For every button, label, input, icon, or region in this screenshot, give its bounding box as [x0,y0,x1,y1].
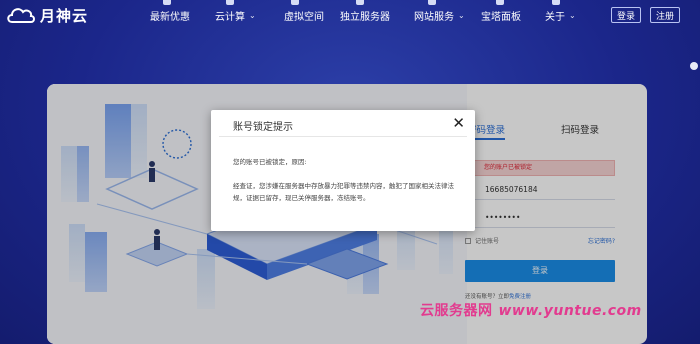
account-locked-dialog: 账号锁定提示 ✕ 您的账号已被锁定，原因: 经查证，您涉嫌在服务器中存放暴力犯罪… [211,110,475,231]
nav-indicator-icon [291,0,299,5]
nav-indicator-icon [356,0,364,5]
top-navigation: 月神云 最新优惠 云计算 ⌄ 虚拟空间 独立服务器 网站服务 ⌄ 宝塔面板 关于 ⌄ … [0,0,700,30]
nav-item-virtual-hosting[interactable]: 虚拟空间 [284,8,324,23]
logo[interactable]: 月神云 [6,3,88,27]
nav-label: 宝塔面板 [481,12,521,23]
cloud-logo-icon [7,8,35,23]
dialog-body-text: 经查证，您涉嫌在服务器中存放暴力犯罪等违禁内容，触犯了国家相关法律法规，证据已留… [233,182,454,202]
nav-item-website-services[interactable]: 网站服务 ⌄ [414,8,465,23]
close-icon[interactable]: ✕ [452,114,465,132]
dialog-reason-heading: 您的账号已被锁定，原因: [233,158,307,166]
nav-item-cloud-computing[interactable]: 云计算 ⌄ [215,8,256,23]
nav-label: 虚拟空间 [284,12,324,23]
login-button[interactable]: 登录 [611,7,641,23]
nav-indicator-icon [496,0,504,5]
register-button[interactable]: 注册 [650,7,680,23]
nav-indicator-icon [428,0,436,5]
decorative-dot [690,62,698,70]
chevron-down-icon: ⌄ [569,11,576,20]
nav-indicator-icon [163,0,171,5]
nav-item-latest-deals[interactable]: 最新优惠 [150,8,190,23]
nav-label: 独立服务器 [340,12,390,23]
nav-label: 云计算 [215,12,245,23]
watermark-url: www.yuntue.com [498,303,642,319]
nav-label: 网站服务 [414,12,454,23]
nav-item-bt-panel[interactable]: 宝塔面板 [481,8,521,23]
watermark: 云服务器网 www.yuntue.com [420,300,642,320]
chevron-down-icon: ⌄ [249,11,256,20]
dialog-title: 账号锁定提示 [233,122,293,133]
watermark-cn: 云服务器网 [420,303,493,319]
nav-label: 关于 [545,12,565,23]
chevron-down-icon: ⌄ [458,11,465,20]
nav-item-about[interactable]: 关于 ⌄ [545,8,576,23]
nav-indicator-icon [552,0,560,5]
nav-item-dedicated-server[interactable]: 独立服务器 [340,8,390,23]
dialog-divider [219,136,467,137]
nav-indicator-icon [226,0,234,5]
brand-name: 月神云 [40,6,89,25]
nav-label: 最新优惠 [150,12,190,23]
